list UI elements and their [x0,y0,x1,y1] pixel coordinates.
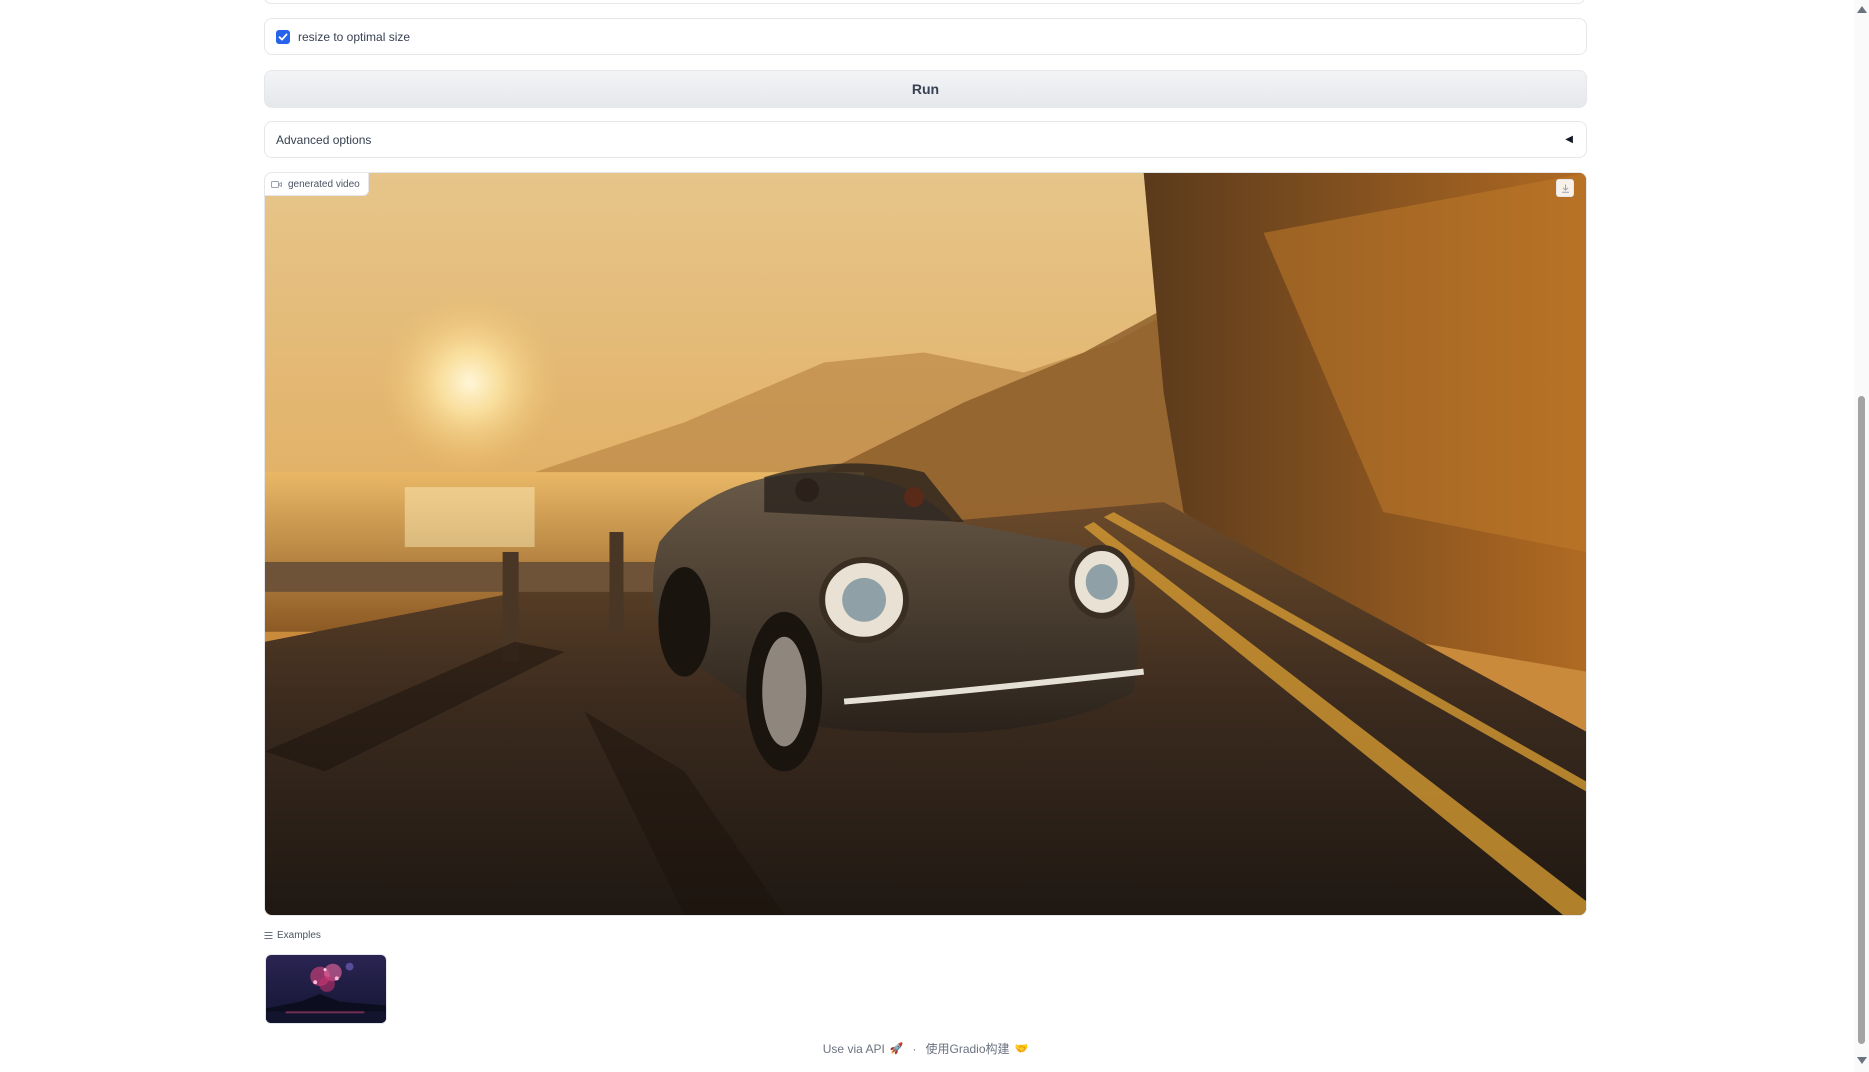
download-icon [1561,184,1569,193]
use-via-api-link[interactable]: Use via API [823,1042,885,1056]
page-scrollbar[interactable] [1854,0,1869,1072]
resize-checkbox-label: resize to optimal size [298,29,411,44]
examples-label: Examples [277,930,321,941]
resize-option-row[interactable]: resize to optimal size [264,18,1587,55]
example-item[interactable] [265,954,387,1024]
collapse-arrow-icon: ◀ [1565,134,1573,145]
scroll-thumb[interactable] [1858,396,1865,1044]
footer-separator: · [912,1041,917,1056]
generated-video-label: generated video [265,173,369,196]
advanced-options-label: Advanced options [276,132,372,147]
generated-video-player[interactable]: generated video [264,172,1587,916]
rocket-icon: 🚀 [889,1043,904,1055]
video-camera-icon [271,180,282,188]
list-icon [264,932,273,939]
download-button[interactable] [1556,179,1574,197]
resize-checkbox[interactable] [276,29,290,44]
built-with-gradio-link[interactable]: 使用Gradio构建 [926,1040,1010,1057]
page: resize to optimal size Run Advanced opti… [0,0,1869,1072]
examples-header: Examples [264,930,321,941]
footer: Use via API 🚀 · 使用Gradio构建 🤝 [264,1040,1587,1057]
previous-panel-edge [264,0,1585,4]
advanced-options-accordion[interactable]: Advanced options ◀ [264,121,1587,158]
generated-video-label-text: generated video [288,178,360,190]
video-frame [265,173,1586,915]
example-thumbnail [266,955,386,1023]
scroll-down-arrow-icon[interactable] [1857,1057,1867,1064]
check-icon [278,33,288,40]
run-button[interactable]: Run [264,70,1587,108]
scroll-up-arrow-icon[interactable] [1857,6,1867,13]
gradio-logo-icon: 🤝 [1014,1043,1029,1055]
